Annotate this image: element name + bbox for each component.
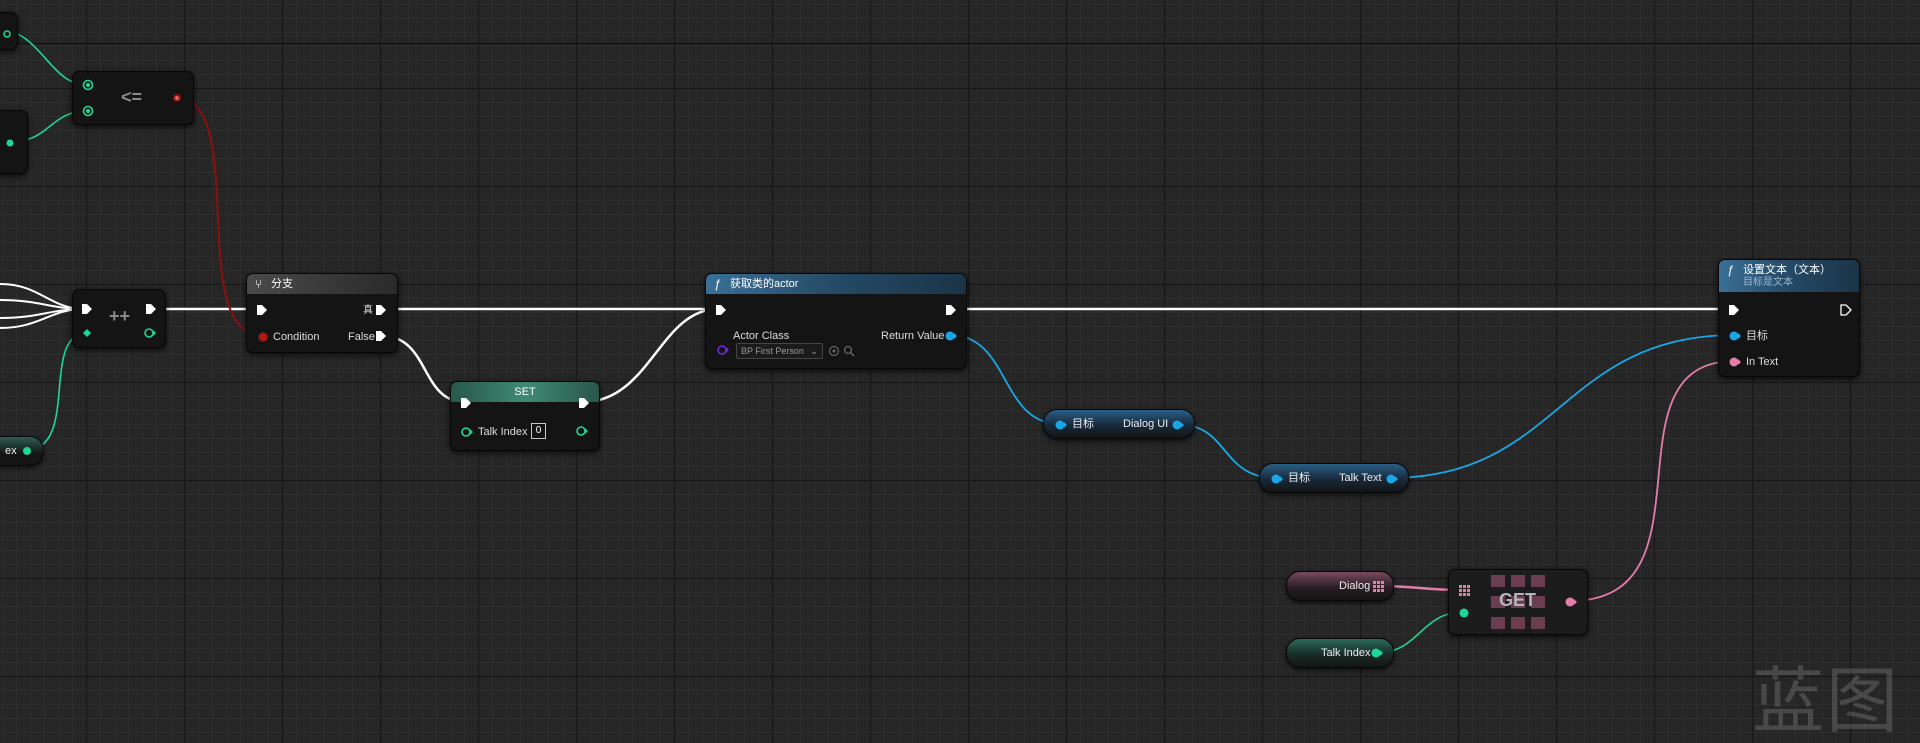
exec-input-pin-icon[interactable] [715, 304, 727, 316]
branch-true-label: 真 [363, 305, 373, 316]
object-target-pin-icon[interactable] [1270, 473, 1284, 485]
array-input-pin-icon[interactable] [1459, 585, 1470, 596]
actor-class-label: Actor Class [733, 330, 790, 342]
increment-operator: ++ [109, 306, 131, 326]
branch-false-label: False [348, 331, 375, 343]
talk-text-target-label: 目标 [1288, 472, 1310, 484]
object-output-pin-icon[interactable] [1385, 473, 1399, 485]
exec-output-pin-icon[interactable] [1840, 304, 1852, 316]
int-input-pin-a-icon[interactable] [82, 79, 94, 91]
text-wire-get-to-intext [1569, 360, 1736, 602]
bool-condition-pin-icon[interactable] [257, 331, 269, 343]
int-index-pin-icon[interactable] [1458, 607, 1470, 619]
exec-false-output-pin-icon[interactable] [375, 330, 387, 342]
dialog-ui-target-label: 目标 [1072, 418, 1094, 430]
blueprint-watermark: 蓝图 [1751, 659, 1900, 743]
int-output-pin-icon[interactable] [143, 327, 157, 339]
int-input-pin-icon[interactable] [82, 328, 92, 338]
branch-node[interactable]: ⑂ 分支 真 Condition False [246, 273, 398, 353]
set-text-target-label: 目标 [1746, 330, 1768, 342]
function-icon: ƒ [714, 277, 721, 291]
int-input-pin-b-icon[interactable] [82, 105, 94, 117]
chevron-down-icon: ⌄ [810, 346, 818, 356]
dialog-ui-getter-node[interactable]: 目标 Dialog UI [1043, 409, 1195, 439]
search-icon[interactable] [843, 345, 855, 357]
set-text-subtitle: 目标是文本 [1743, 277, 1793, 288]
class-input-pin-icon[interactable] [716, 344, 730, 356]
array-output-pin-icon[interactable] [1373, 581, 1384, 592]
dialog-array-variable-node[interactable]: Dialog [1286, 571, 1394, 601]
set-node-header[interactable]: SET [451, 382, 599, 402]
set-text-node-header[interactable]: ƒ 设置文本（文本） 目标是文本 [1719, 260, 1859, 292]
get-actor-title: 获取类的actor [730, 278, 799, 290]
object-output-pin-icon[interactable] [1171, 419, 1185, 431]
int-pin-icon[interactable] [3, 30, 15, 42]
talk-text-output-label: Talk Text [1339, 472, 1382, 484]
offscreen-node-top[interactable] [0, 12, 18, 50]
exec-input-pin-icon[interactable] [1728, 304, 1740, 316]
set-title: SET [514, 386, 536, 398]
partial-variable-label: ex [5, 445, 17, 457]
actor-class-dropdown[interactable]: BP First Person ⌄ [736, 343, 823, 359]
increment-node[interactable]: ++ [72, 289, 166, 348]
int-wire-index-to-increment [25, 332, 88, 451]
object-wire-talktext-to-settext [1389, 334, 1736, 479]
exec-output-pin-icon[interactable] [145, 303, 157, 315]
int-input-pin-icon[interactable] [460, 426, 474, 438]
less-equal-operator: <= [121, 87, 143, 107]
text-output-pin-icon[interactable] [1564, 596, 1578, 608]
function-icon: ƒ [1727, 263, 1734, 277]
branch-icon: ⑂ [255, 277, 263, 291]
talk-index-variable-node[interactable]: Talk Index [1286, 638, 1394, 668]
object-target-pin-icon[interactable] [1054, 419, 1068, 431]
offscreen-node-mid[interactable] [0, 110, 28, 174]
return-value-label: Return Value [881, 330, 945, 342]
branch-title: 分支 [271, 278, 293, 290]
object-target-pin-icon[interactable] [1728, 330, 1742, 342]
array-get-label: GET [1499, 590, 1537, 610]
get-actor-of-class-node[interactable]: ƒ 获取类的actor Actor Class Return Value BP … [705, 273, 967, 369]
exec-wire-set-to-getactor [581, 307, 720, 404]
int-pin-icon[interactable] [5, 138, 17, 150]
set-text-node[interactable]: ƒ 设置文本（文本） 目标是文本 目标 In Text [1718, 259, 1860, 377]
exec-true-output-pin-icon[interactable] [375, 304, 387, 316]
exec-output-pin-icon[interactable] [945, 304, 957, 316]
object-return-pin-icon[interactable] [944, 330, 958, 342]
get-actor-node-header[interactable]: ƒ 获取类的actor [706, 274, 966, 294]
branch-condition-label: Condition [273, 331, 320, 343]
bool-output-pin-icon[interactable] [171, 92, 183, 104]
exec-input-pin-icon[interactable] [256, 304, 268, 316]
exec-input-pin-icon[interactable] [81, 303, 93, 315]
less-equal-node[interactable]: <= [72, 71, 194, 125]
set-talk-index-node[interactable]: SET Talk Index 0 [450, 381, 600, 451]
int-output-pin-icon[interactable] [1370, 647, 1384, 659]
wire-layer [0, 29, 1736, 654]
int-output-pin-icon[interactable] [575, 425, 589, 437]
dialog-variable-label: Dialog [1339, 580, 1371, 592]
talk-text-getter-node[interactable]: 目标 Talk Text [1259, 463, 1409, 493]
set-text-intext-label: In Text [1746, 356, 1779, 368]
exec-output-pin-icon[interactable] [578, 397, 590, 409]
talk-index-variable-label: Talk Index [1321, 647, 1371, 659]
text-input-pin-icon[interactable] [1728, 356, 1742, 368]
int-pin-icon[interactable] [22, 446, 32, 456]
exec-input-pin-icon[interactable] [460, 397, 472, 409]
set-text-title: 设置文本（文本） [1743, 264, 1831, 276]
offscreen-variable-node[interactable]: ex [0, 436, 44, 466]
talk-index-value-input[interactable]: 0 [531, 423, 546, 439]
dialog-ui-output-label: Dialog UI [1123, 418, 1169, 430]
array-get-node[interactable]: GET [1448, 569, 1588, 635]
browse-icon[interactable] [828, 345, 840, 357]
actor-class-value: BP First Person [741, 346, 804, 356]
set-talk-index-label: Talk Index [478, 426, 528, 438]
branch-node-header[interactable]: ⑂ 分支 [247, 274, 397, 294]
